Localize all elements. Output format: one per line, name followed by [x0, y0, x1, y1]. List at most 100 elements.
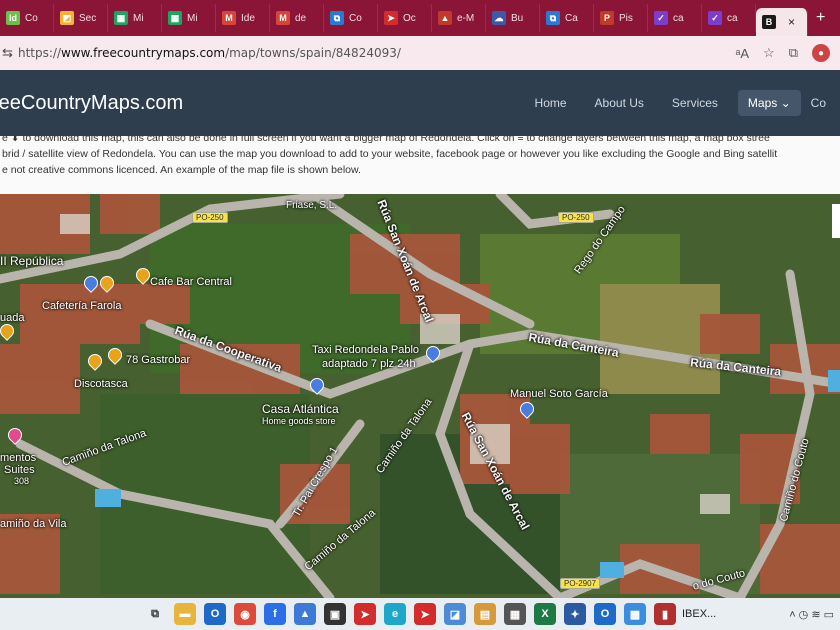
- browser-tab[interactable]: ✓ ca: [702, 4, 756, 32]
- tab-label: Ca: [565, 12, 578, 24]
- nav-home[interactable]: Home: [521, 96, 581, 110]
- bookmark-star-icon[interactable]: ☆: [763, 45, 775, 61]
- new-tab-button[interactable]: +: [816, 9, 825, 27]
- map-label-manuel: Manuel Soto García: [510, 388, 608, 400]
- site-nav-links: Home About Us Services Maps ⌄ Co: [521, 90, 840, 116]
- map-label-taxi: Taxi Redondela Pablo: [312, 344, 420, 356]
- translate-icon[interactable]: ᵃA: [736, 46, 750, 61]
- edge-icon[interactable]: e: [384, 603, 406, 625]
- browser-tab[interactable]: P Pis: [594, 4, 648, 32]
- map-label-mentos: mentos: [0, 452, 37, 464]
- map-label-home-goods: Home goods store: [262, 416, 336, 426]
- tab-label: Ide: [241, 12, 255, 24]
- nav-services[interactable]: Services: [658, 96, 732, 110]
- browser-tab[interactable]: ▲ e-M: [432, 4, 486, 32]
- tab-label: Pis: [619, 12, 633, 24]
- map-imagery: [0, 194, 840, 598]
- file-explorer-icon[interactable]: ▬: [174, 603, 196, 625]
- map-label-gastrobar: 78 Gastrobar: [126, 354, 191, 366]
- photos-icon[interactable]: ▩: [624, 603, 646, 625]
- app-4-icon[interactable]: ▤: [474, 603, 496, 625]
- excel-icon[interactable]: X: [534, 603, 556, 625]
- tab-favicon-icon: ▲: [438, 11, 452, 25]
- taskbar-ibex-label[interactable]: IBEX...: [682, 608, 716, 620]
- tab-favicon-icon: ◩: [60, 11, 74, 25]
- nav-contact[interactable]: Co: [807, 96, 840, 110]
- intro-line-2: brid / satellite view of Redondela. You …: [2, 148, 778, 160]
- site-brand[interactable]: reeCountryMaps.com: [0, 92, 521, 115]
- app-5-icon[interactable]: ✦: [564, 603, 586, 625]
- facebook-icon[interactable]: f: [264, 603, 286, 625]
- tab-label: Co: [349, 12, 362, 24]
- tab-label: Bu: [511, 12, 524, 24]
- tab-label: de: [295, 12, 307, 24]
- page-info-icon[interactable]: ⇆: [0, 45, 18, 61]
- browser-tab[interactable]: ☁ Bu: [486, 4, 540, 32]
- browser-tab[interactable]: ▦ Mi: [162, 4, 216, 32]
- road-badge-po250: PO-250: [192, 212, 228, 223]
- satellite-map[interactable]: PO-250 PO-250 PO-2907 II República Cafe …: [0, 194, 840, 598]
- tab-label: Co: [25, 12, 38, 24]
- road-badge-po2907: PO-2907: [560, 578, 601, 589]
- tab-favicon-icon: ▦: [114, 11, 128, 25]
- profile-avatar[interactable]: ●: [812, 44, 830, 62]
- pin-app-2-icon[interactable]: ➤: [414, 603, 436, 625]
- intro-text: e ⬇ to download this map, this can also …: [0, 136, 840, 194]
- browser-tab[interactable]: ⧉ Ca: [540, 4, 594, 32]
- os-taskbar: ⧉ ▬ O ◉ f ▲ ▣ ➤ e ➤ ◪ ▤ ▦ X ✦ O ▩ ▮ IBEX…: [0, 598, 840, 630]
- tab-label: Mi: [187, 12, 198, 24]
- ibex-icon[interactable]: ▮: [654, 603, 676, 625]
- map-label-cafeteria: Cafetería Farola: [42, 300, 122, 312]
- road-badge-po250-east: PO-250: [558, 212, 594, 223]
- map-label-republica: II República: [0, 254, 64, 268]
- tab-label: Sec: [79, 12, 97, 24]
- browser-tab[interactable]: ➤ Oc: [378, 4, 432, 32]
- tab-label: Mi: [133, 12, 144, 24]
- url-prefix: https://: [18, 46, 62, 60]
- map-label-casa-atlantica: Casa Atlántica: [262, 402, 339, 416]
- pin-app-icon[interactable]: ➤: [354, 603, 376, 625]
- outlook-2-icon[interactable]: O: [594, 603, 616, 625]
- map-label-friase: Friase, S.L.: [286, 200, 338, 211]
- url-domain: www.freecountrymaps.com: [61, 46, 226, 60]
- tab-label: Oc: [403, 12, 416, 24]
- tab-favicon-icon: ⧉: [546, 11, 560, 25]
- tab-favicon-icon: ➤: [384, 11, 398, 25]
- tab-label: ca: [727, 12, 738, 24]
- browser-tab[interactable]: ✓ ca: [648, 4, 702, 32]
- app-3-icon[interactable]: ◪: [444, 603, 466, 625]
- map-label-taxi-2: adaptado 7 plz 24h: [322, 358, 416, 370]
- tab-favicon-icon: ☁: [492, 11, 506, 25]
- map-label-308: 308: [14, 476, 30, 486]
- nav-about-us[interactable]: About Us: [581, 96, 658, 110]
- browser-tab[interactable]: ▦ Mi: [108, 4, 162, 32]
- outlook-icon[interactable]: O: [204, 603, 226, 625]
- tab-favicon-icon: ▦: [168, 11, 182, 25]
- system-tray[interactable]: ˄ ◷ ≋ ▭: [789, 608, 840, 621]
- tab-favicon-icon: M: [222, 11, 236, 25]
- browser-tab[interactable]: Mde: [270, 4, 324, 32]
- task-view-icon[interactable]: ⧉: [144, 603, 166, 625]
- nav-maps-dropdown[interactable]: Maps ⌄: [737, 90, 801, 116]
- url-field[interactable]: https://www.freecountrymaps.com/map/town…: [18, 46, 736, 60]
- address-bar: ⇆ https://www.freecountrymaps.com/map/to…: [0, 36, 840, 70]
- tab-favicon-icon: Id: [6, 11, 20, 25]
- calculator-icon[interactable]: ▦: [504, 603, 526, 625]
- browser-tab[interactable]: Id Co: [0, 4, 54, 32]
- chrome-icon[interactable]: ◉: [234, 603, 256, 625]
- browser-tab[interactable]: ◩ Sec: [54, 4, 108, 32]
- tab-favicon-icon: B: [762, 15, 776, 29]
- browser-tab[interactable]: B ×: [756, 8, 808, 36]
- tab-close-icon[interactable]: ×: [788, 15, 795, 29]
- app-icon[interactable]: ▲: [294, 603, 316, 625]
- browser-tab[interactable]: ⧉ Co: [324, 4, 378, 32]
- browser-tab[interactable]: M Ide: [216, 4, 270, 32]
- intro-line-1: e ⬇ to download this map, this can also …: [2, 136, 770, 144]
- browser-tab-strip: Id Co ◩ Sec ▦ Mi ▦ Mi M Ide Mde ⧉ Co ➤ Oc ▲ e-M ☁ Bu ⧉ Ca P Pi…: [0, 0, 840, 36]
- map-label-cafe-central: Cafe Bar Central: [150, 276, 232, 288]
- extensions-icon[interactable]: ⧉: [789, 45, 798, 61]
- tab-favicon-icon: ✓: [654, 11, 668, 25]
- store-icon[interactable]: ▣: [324, 603, 346, 625]
- intro-line-3: e not creative commons licenced. An exam…: [2, 164, 361, 176]
- tab-favicon-icon: P: [600, 11, 614, 25]
